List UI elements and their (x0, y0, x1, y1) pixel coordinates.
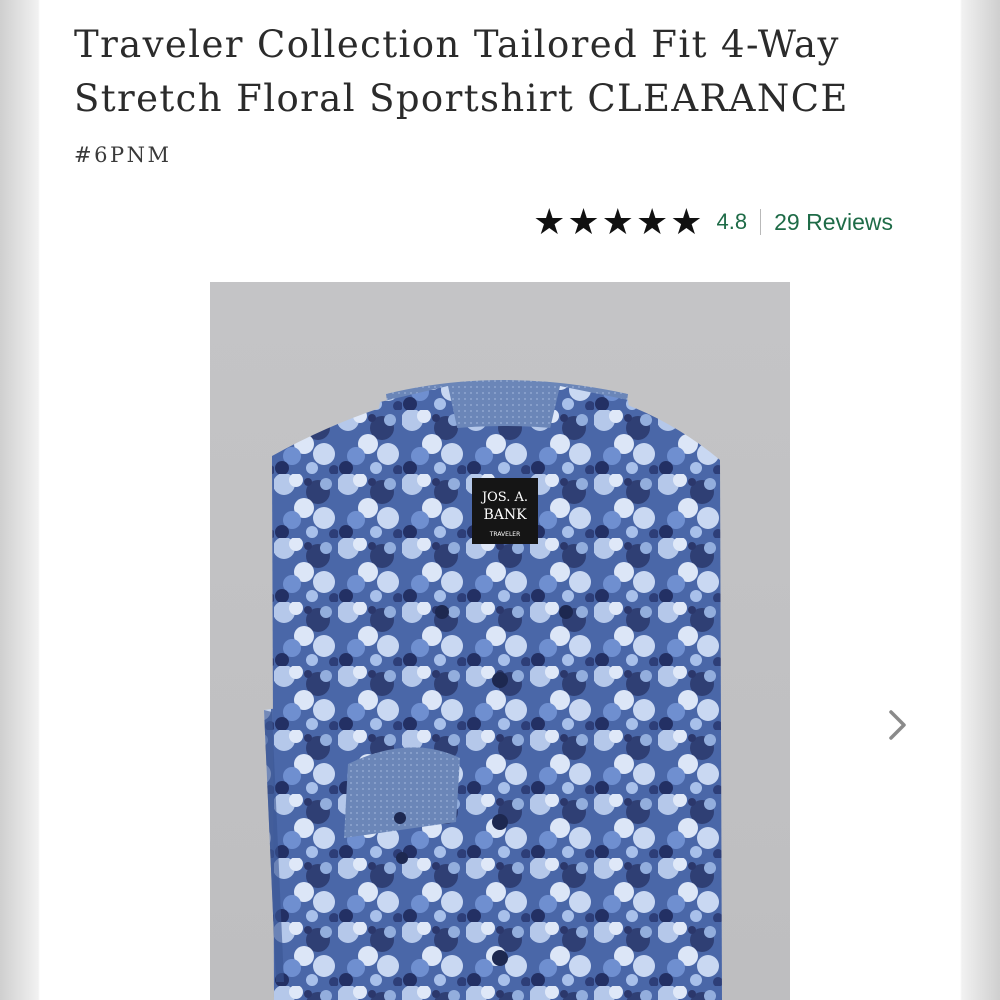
rating-summary[interactable]: ★ ★ ★ ★ ★ 4.8 29 Reviews (533, 202, 893, 242)
product-title: Traveler Collection Tailored Fit 4-Way S… (74, 23, 849, 120)
rating-divider (760, 209, 762, 235)
shirt-illustration: JOS. A. BANK TRAVELER (264, 380, 722, 1000)
star-icon: ★ (635, 201, 669, 242)
brand-label-text: TRAVELER (489, 531, 521, 538)
brand-label-text: JOS. A. (480, 490, 528, 505)
product-image[interactable]: JOS. A. BANK TRAVELER (210, 282, 790, 1000)
product-sku: #6PNM (74, 143, 172, 167)
star-icon: ★ (670, 201, 703, 242)
star-icon: ★ (601, 201, 634, 242)
product-page: Traveler Collection Tailored Fit 4-Way S… (40, 0, 960, 1000)
brand-label-text: BANK (483, 507, 527, 523)
star-rating: ★ ★ ★ ★ ★ (533, 204, 702, 240)
next-image-button[interactable] (880, 700, 916, 750)
star-icon: ★ (567, 201, 600, 242)
rating-value: 4.8 (716, 209, 748, 234)
reviews-link[interactable]: 29 Reviews (774, 209, 893, 236)
chevron-right-icon (889, 710, 906, 740)
star-icon: ★ (533, 201, 566, 242)
